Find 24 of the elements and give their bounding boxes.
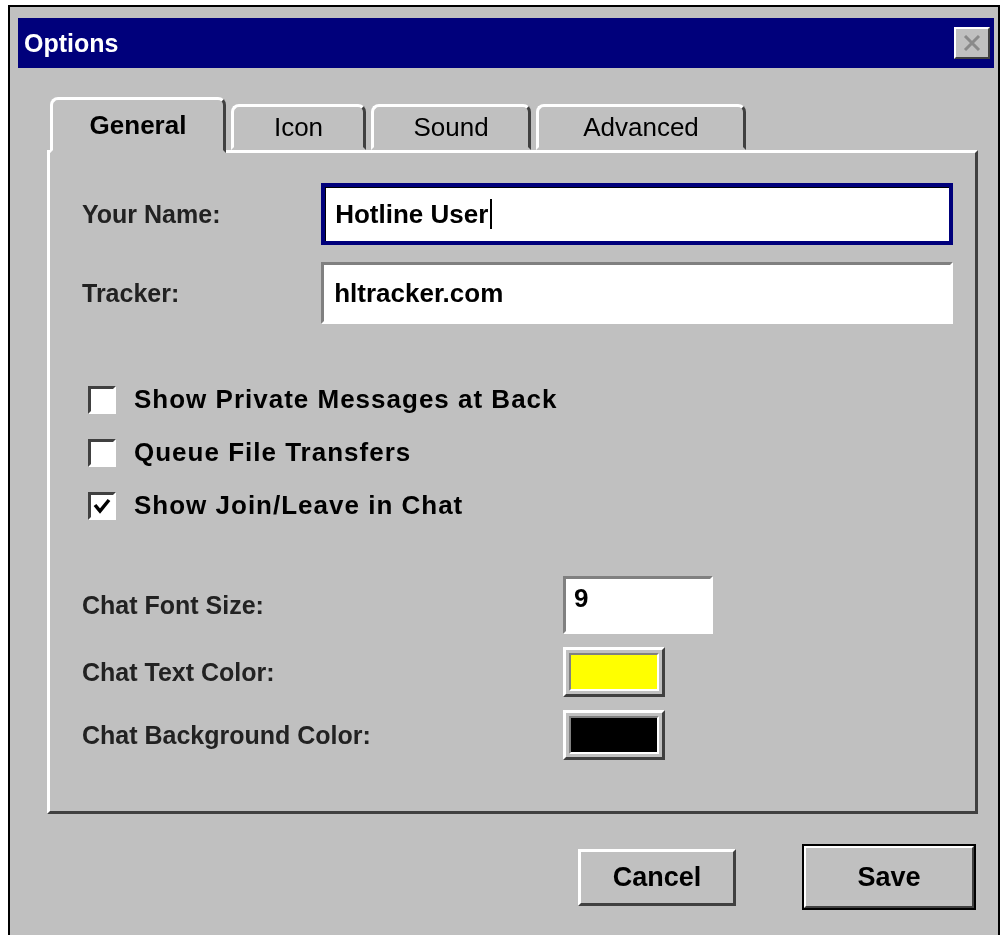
- field-label: Tracker:: [82, 278, 181, 308]
- tab[interactable]: Icon: [231, 104, 366, 150]
- field-label: Chat Font Size:: [82, 590, 265, 620]
- dialog-button[interactable]: Cancel: [578, 848, 736, 906]
- checkbox-label: Show Private Messages at Back: [134, 384, 558, 415]
- field-label: Chat Text Color:: [82, 657, 276, 687]
- text-field[interactable]: hltracker.com: [321, 262, 953, 324]
- checkbox-label: Queue File Transfers: [134, 437, 412, 468]
- checkbox[interactable]: [88, 385, 116, 414]
- close-icon: [963, 35, 981, 51]
- color-swatch[interactable]: [563, 647, 665, 697]
- font-size-field[interactable]: 9: [563, 576, 713, 634]
- window-title: Options: [24, 28, 119, 58]
- tab[interactable]: Advanced: [536, 104, 746, 150]
- tab[interactable]: Sound: [371, 104, 531, 150]
- field-label: Your Name:: [82, 199, 222, 229]
- checkbox[interactable]: [88, 491, 116, 520]
- checkbox-label: Show Join/Leave in Chat: [134, 490, 464, 521]
- field-label: Chat Background Color:: [82, 720, 372, 750]
- dialog-button[interactable]: Save: [803, 845, 975, 909]
- checkbox[interactable]: [88, 438, 116, 467]
- text-field[interactable]: Hotline User: [321, 183, 953, 245]
- color-swatch[interactable]: [563, 710, 665, 760]
- tab[interactable]: General: [50, 97, 226, 153]
